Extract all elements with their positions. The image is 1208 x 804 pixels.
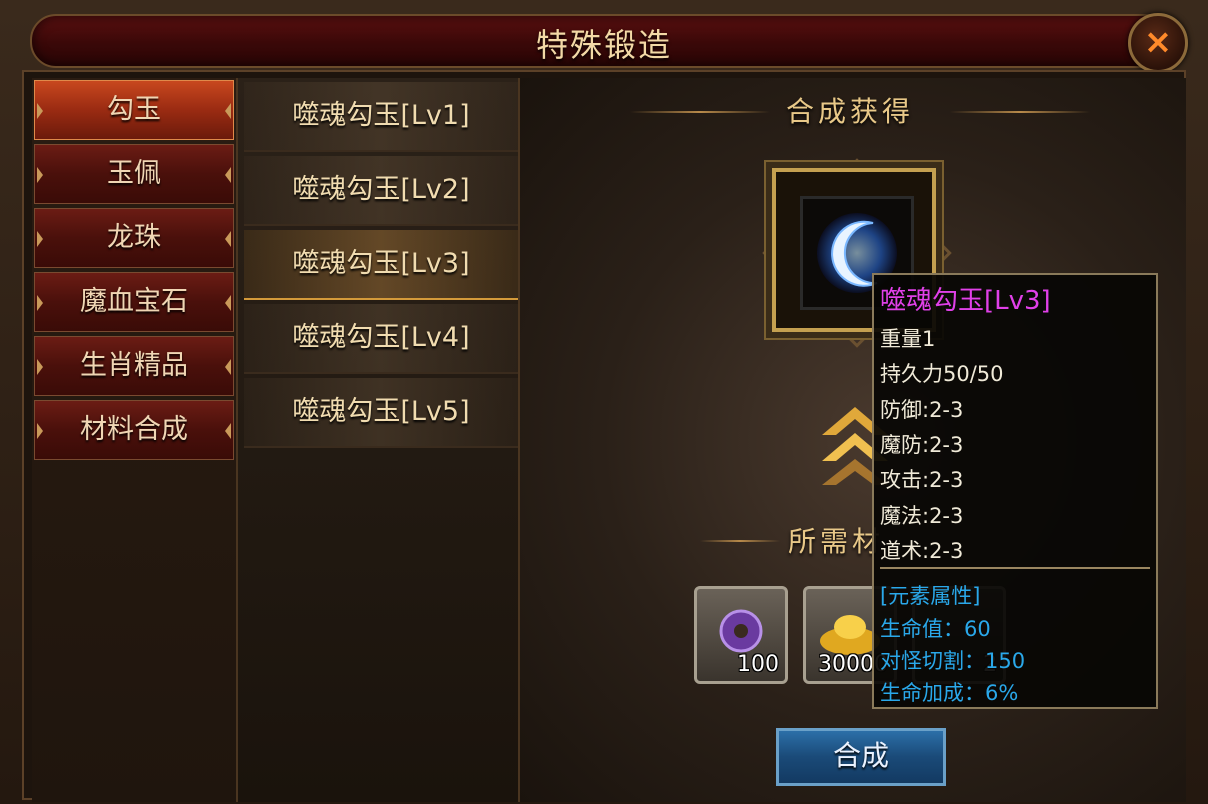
arrow-left-icon (37, 167, 43, 183)
item-lv2[interactable]: 噬魂勾玉[Lv2] (244, 156, 518, 226)
category-label: 玉佩 (107, 158, 161, 189)
arrow-right-icon (225, 359, 231, 375)
materials-title: 所需材 (788, 525, 885, 558)
category-shengxiao-jingpin[interactable]: 生肖精品 (34, 336, 234, 396)
tooltip-item-name: 噬魂勾玉[Lv3] (880, 286, 1051, 316)
category-yupei[interactable]: 玉佩 (34, 144, 234, 204)
arrow-right-icon (225, 295, 231, 311)
category-gouyu[interactable]: 勾玉 (34, 80, 234, 140)
divider (950, 111, 1090, 113)
tooltip-stat-attack: 攻击:2-3 (880, 468, 964, 492)
tooltip-stat-magic: 魔法:2-3 (880, 504, 964, 528)
divider (700, 540, 780, 542)
forge-button[interactable]: 合成 (776, 728, 946, 786)
item-lv4[interactable]: 噬魂勾玉[Lv4] (244, 304, 518, 374)
tooltip-divider (880, 567, 1150, 569)
arrow-left-icon (37, 423, 43, 439)
tooltip-stat-durability: 持久力50/50 (880, 362, 1004, 386)
category-label: 生肖精品 (80, 350, 188, 381)
arrow-left-icon (37, 103, 43, 119)
arrow-right-icon (225, 167, 231, 183)
item-lv3[interactable]: 噬魂勾玉[Lv3] (244, 230, 518, 300)
tooltip-stat-defense: 防御:2-3 (880, 398, 964, 422)
close-icon[interactable]: × (1128, 13, 1188, 73)
arrow-right-icon (225, 423, 231, 439)
tooltip-stat-taoism: 道术:2-3 (880, 539, 964, 563)
category-label: 魔血宝石 (80, 286, 188, 317)
arrow-left-icon (37, 295, 43, 311)
category-label: 材料合成 (80, 414, 188, 445)
window-title: 特殊锻造 (535, 26, 672, 64)
category-longzhu[interactable]: 龙珠 (34, 208, 234, 268)
result-title: 合成获得 (786, 95, 915, 128)
tooltip-element-header: [元素属性] (880, 584, 981, 608)
tooltip-stat-magic-defense: 魔防:2-3 (880, 433, 964, 457)
tooltip-element-hp-bonus: 生命加成：6% (880, 681, 1019, 705)
tooltip-element-hp: 生命值：60 (880, 617, 991, 641)
category-label: 勾玉 (107, 94, 161, 125)
item-lv1[interactable]: 噬魂勾玉[Lv1] (244, 82, 518, 152)
material-count: 100 (737, 652, 779, 677)
arrow-left-icon (37, 231, 43, 247)
category-moxue-baoshi[interactable]: 魔血宝石 (34, 272, 234, 332)
tooltip-stat-weight: 重量1 (880, 327, 936, 351)
arrow-right-icon (225, 231, 231, 247)
arrow-left-icon (37, 359, 43, 375)
category-cailiao-hecheng[interactable]: 材料合成 (34, 400, 234, 460)
material-slot[interactable]: 100 (694, 586, 788, 684)
arrow-right-icon (225, 103, 231, 119)
category-label: 龙珠 (107, 222, 161, 253)
item-lv5[interactable]: 噬魂勾玉[Lv5] (244, 378, 518, 448)
divider (630, 111, 770, 113)
tooltip-element-cut: 对怪切割：150 (880, 649, 1026, 673)
